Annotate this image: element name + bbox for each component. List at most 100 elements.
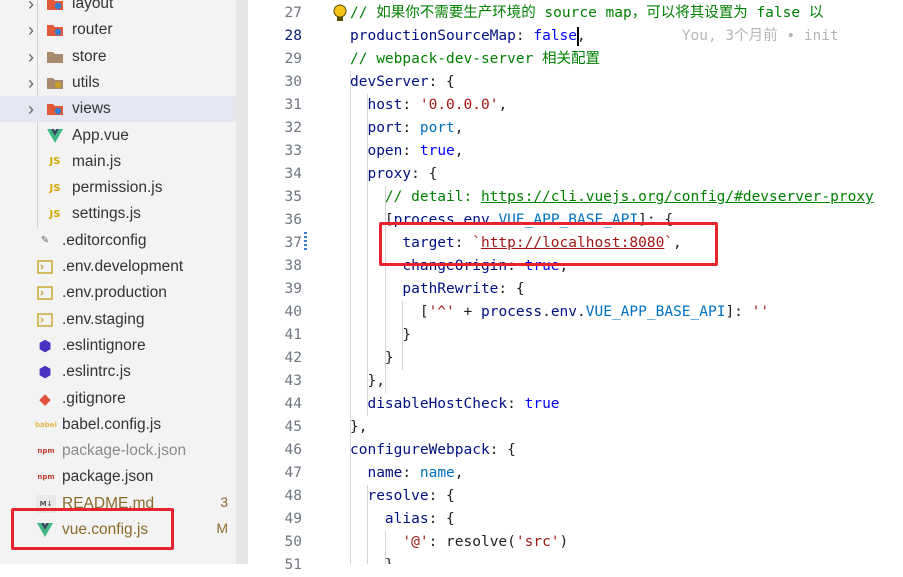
code-line[interactable]: open: true,: [350, 140, 463, 163]
code-token: name: [350, 465, 403, 481]
code-token: ,: [454, 465, 464, 481]
line-number: 27: [284, 5, 302, 21]
code-token: VUE_APP_BASE_API: [585, 304, 726, 320]
folder-item-views[interactable]: › views: [0, 96, 236, 123]
file-label: .eslintrc.js: [62, 363, 131, 381]
code-line[interactable]: // webpack-dev-server 相关配置: [350, 48, 600, 71]
code-line[interactable]: // detail: https://cli.vuejs.org/config/…: [350, 186, 874, 209]
chevron-right-icon[interactable]: ›: [28, 0, 40, 13]
eslint-icon: ⬢: [38, 336, 52, 355]
code-token: name: [419, 465, 455, 481]
code-line[interactable]: pathRewrite: {: [350, 278, 524, 301]
file-item-package-json[interactable]: npm package.json: [0, 464, 236, 490]
code-token: process: [480, 304, 543, 320]
file-item-gitignore[interactable]: ◆ .gitignore: [0, 386, 236, 412]
file-item-eslintignore[interactable]: ⬢ .eslintignore: [0, 333, 236, 359]
code-token: (: [507, 534, 516, 550]
code-line[interactable]: configureWebpack: {: [350, 439, 516, 462]
file-label: .editorconfig: [62, 231, 147, 249]
views-folder-icon: [46, 100, 64, 118]
code-token: configureWebpack: [350, 442, 490, 458]
code-token: // 如果你不需要生产环境的 source map，可以将其设置为 false …: [350, 5, 824, 21]
code-editor[interactable]: // 如果你不需要生产环境的 source map，可以将其设置为 false …: [332, 0, 903, 564]
line-number: 51: [284, 557, 302, 573]
highlight-box-file: [11, 508, 174, 550]
router-folder-icon: [46, 21, 64, 39]
file-item-env-production[interactable]: .env.production: [0, 280, 236, 306]
file-label: .gitignore: [62, 389, 126, 407]
code-line[interactable]: disableHostCheck: true: [350, 393, 559, 416]
code-token: devServer: [350, 74, 429, 90]
code-line[interactable]: proxy: {: [350, 163, 437, 186]
chevron-right-icon[interactable]: ›: [28, 74, 40, 92]
code-token: : {: [428, 74, 455, 90]
code-line[interactable]: },: [350, 416, 367, 439]
code-line[interactable]: resolve: {: [350, 485, 455, 508]
highlight-box-code: [379, 222, 718, 266]
chevron-right-icon[interactable]: ›: [28, 48, 40, 66]
line-number: 36: [284, 212, 302, 228]
line-number: 28: [284, 28, 302, 44]
file-item-env-staging[interactable]: .env.staging: [0, 307, 236, 333]
file-item-settings-js[interactable]: JS settings.js: [0, 201, 236, 227]
code-line[interactable]: host: '0.0.0.0',: [350, 94, 507, 117]
file-label: main.js: [72, 152, 122, 170]
folder-item-store[interactable]: › store: [0, 44, 236, 70]
chevron-right-icon[interactable]: ›: [28, 21, 40, 39]
file-item-main-js[interactable]: JS main.js: [0, 149, 236, 175]
folder-item-router[interactable]: › router: [0, 17, 236, 43]
code-line[interactable]: devServer: {: [350, 71, 455, 94]
code-line[interactable]: alias: {: [350, 508, 455, 531]
code-line[interactable]: productionSourceMap: false, You, 3个月前 • …: [350, 25, 839, 48]
code-line[interactable]: },: [350, 370, 384, 393]
explorer-scrollbar[interactable]: [236, 0, 248, 564]
code-token: 'src': [515, 534, 560, 550]
code-line[interactable]: name: name,: [350, 462, 464, 485]
code-token: : {: [428, 488, 455, 504]
code-token: port: [350, 120, 403, 136]
file-label: router: [72, 21, 113, 39]
folder-item-utils[interactable]: › utils: [0, 70, 236, 96]
code-line[interactable]: }: [350, 347, 394, 370]
code-token: : {: [428, 511, 455, 527]
chevron-right-icon[interactable]: ›: [28, 100, 40, 118]
line-number: 47: [284, 465, 302, 481]
code-token: : {: [489, 442, 516, 458]
code-line[interactable]: port: port,: [350, 117, 464, 140]
editorconfig-icon: ✎: [40, 235, 50, 247]
code-token: disableHostCheck: [350, 396, 508, 412]
code-line[interactable]: }: [350, 324, 411, 347]
file-item-env-development[interactable]: .env.development: [0, 254, 236, 280]
file-item-permission-js[interactable]: JS permission.js: [0, 175, 236, 201]
env-file-icon: [36, 311, 54, 329]
code-line[interactable]: ['^' + process.env.VUE_APP_BASE_API]: '': [350, 301, 769, 324]
store-folder-icon: [46, 48, 64, 66]
layout-folder-icon: [46, 0, 64, 13]
code-token: :: [402, 465, 420, 481]
file-label: layout: [72, 0, 114, 12]
code-token: },: [350, 419, 368, 435]
file-item-package-lock-json[interactable]: npm package-lock.json: [0, 438, 236, 464]
line-number: 43: [284, 373, 302, 389]
code-token: ,: [454, 120, 464, 136]
file-label: settings.js: [72, 205, 141, 223]
file-explorer: › layout › router › store › utils › views App.vue J…: [0, 0, 236, 564]
file-label: .env.staging: [62, 310, 145, 328]
utils-folder-icon: [46, 74, 64, 92]
code-token: '0.0.0.0': [419, 97, 499, 113]
npm-icon: npm: [37, 447, 55, 456]
code-line[interactable]: // 如果你不需要生产环境的 source map，可以将其设置为 false …: [350, 2, 823, 25]
modified-line-marker: [304, 232, 307, 250]
code-token: :: [402, 120, 420, 136]
code-token: You, 3个月前 • init: [585, 28, 839, 44]
npm-icon: npm: [37, 473, 55, 482]
folder-item-layout[interactable]: › layout: [0, 0, 236, 17]
js-file-icon: JS: [49, 182, 61, 194]
file-item-babel-config-js[interactable]: babel babel.config.js: [0, 412, 236, 438]
file-item-app-vue[interactable]: App.vue: [0, 123, 236, 149]
code-line[interactable]: '@': resolve('src'): [350, 531, 568, 554]
code-token: :: [402, 143, 420, 159]
file-item-eslintrc-js[interactable]: ⬢ .eslintrc.js: [0, 359, 236, 385]
file-item-editorconfig[interactable]: ✎ .editorconfig: [0, 228, 236, 254]
code-line[interactable]: }: [350, 554, 394, 564]
